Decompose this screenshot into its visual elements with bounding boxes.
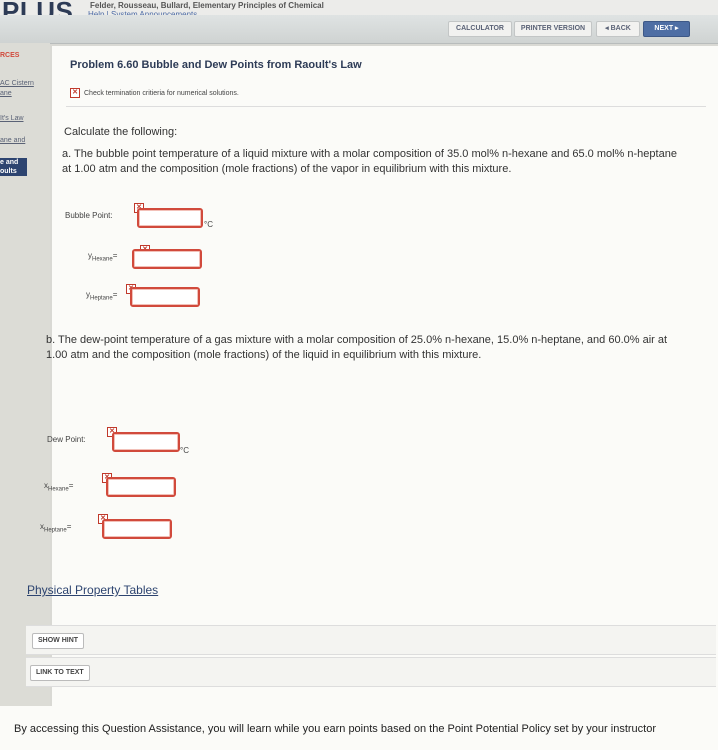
course-title: Felder, Rousseau, Bullard, Elementary Pr…: [90, 1, 324, 10]
sidebar-item-active[interactable]: oults: [0, 167, 27, 176]
sidebar-item[interactable]: ane: [0, 90, 12, 97]
y-hexane-label: yHexane=: [88, 251, 118, 263]
sidebar-item[interactable]: AC Cistern: [0, 80, 34, 87]
warning-message: ✕ Check termination critieria for numeri…: [70, 88, 239, 98]
sidebar-item[interactable]: It's Law: [0, 115, 24, 122]
x-heptane-label: xHeptane=: [40, 522, 72, 534]
footer-text: By accessing this Question Assistance, y…: [14, 723, 657, 735]
divider: [66, 106, 706, 107]
printer-version-button[interactable]: PRINTER VERSION: [514, 21, 592, 37]
dew-point-label: Dew Point:: [47, 435, 86, 444]
sidebar-heading: RCES: [0, 52, 20, 59]
unit-celsius: °C: [180, 446, 189, 455]
sidebar-item[interactable]: ane and: [0, 137, 25, 144]
footer: By accessing this Question Assistance, y…: [0, 706, 718, 750]
dew-point-input[interactable]: [112, 432, 180, 452]
hint-bar: SHOW HINT: [26, 625, 716, 655]
sidebar-item-active[interactable]: e and: [0, 158, 27, 167]
y-heptane-input[interactable]: [130, 287, 200, 307]
part-b-text: b. The dew-point temperature of a gas mi…: [46, 334, 668, 361]
calculator-button[interactable]: CALCULATOR: [448, 21, 512, 37]
next-button[interactable]: NEXT ▸: [643, 21, 690, 37]
show-hint-button[interactable]: SHOW HINT: [32, 633, 85, 649]
bubble-point-input[interactable]: [137, 208, 203, 228]
instruction-text: Calculate the following:: [64, 126, 178, 138]
y-hexane-input[interactable]: [132, 249, 202, 269]
part-a-text: a. The bubble point temperature of a liq…: [62, 148, 677, 175]
nav-bar: CALCULATOR PRINTER VERSION ◂ BACK NEXT ▸: [0, 15, 718, 44]
unit-celsius: °C: [204, 220, 213, 229]
x-heptane-input[interactable]: [102, 519, 172, 539]
back-button[interactable]: ◂ BACK: [596, 21, 640, 37]
x-hexane-input[interactable]: [106, 477, 176, 497]
link-to-text-button[interactable]: LINK TO TEXT: [30, 665, 90, 681]
problem-title: Problem 6.60 Bubble and Dew Points from …: [70, 59, 362, 71]
physical-property-tables-link[interactable]: Physical Property Tables: [27, 583, 158, 597]
bubble-point-label: Bubble Point:: [65, 211, 113, 220]
link-bar: LINK TO TEXT: [26, 657, 716, 687]
warning-text: Check termination critieria for numerica…: [84, 89, 239, 97]
problem-panel: Problem 6.60 Bubble and Dew Points from …: [27, 46, 718, 706]
y-heptane-label: yHeptane=: [86, 290, 118, 302]
error-x-icon: ✕: [70, 88, 80, 98]
x-hexane-label: xHexane=: [44, 481, 74, 493]
